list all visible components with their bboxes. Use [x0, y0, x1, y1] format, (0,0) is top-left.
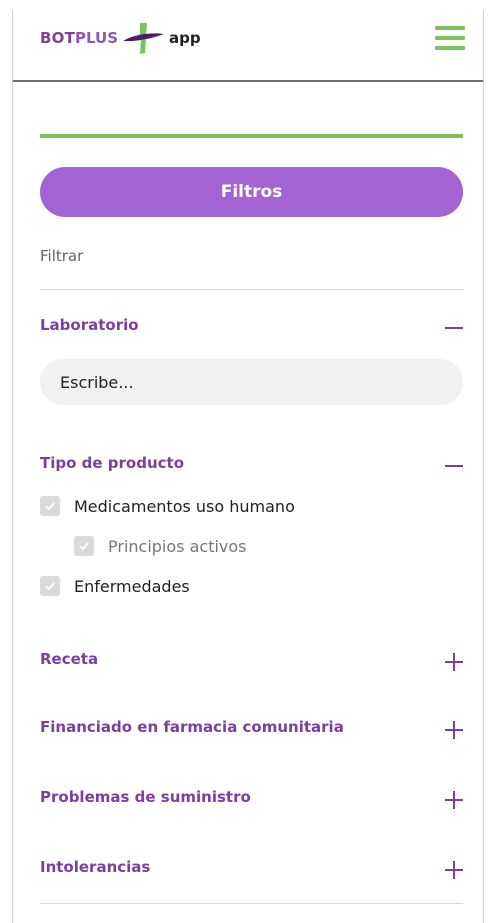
section-title-intolerancias[interactable]: Intolerancias	[40, 858, 150, 876]
section-title-financiado[interactable]: Financiado en farmacia comunitaria	[40, 718, 344, 736]
checkbox-principios-activos[interactable]: Principios activos	[74, 536, 247, 556]
divider	[40, 289, 463, 290]
expand-financiado-icon[interactable]	[445, 721, 463, 739]
section-title-tipo-producto[interactable]: Tipo de producto	[40, 454, 184, 472]
checkbox-label: Principios activos	[108, 536, 247, 556]
checkbox-checked-icon[interactable]	[40, 496, 60, 516]
menu-icon[interactable]	[435, 26, 465, 50]
checkbox-checked-icon[interactable]	[40, 576, 60, 596]
botplus-logo[interactable]: BOT PLUS app	[40, 18, 201, 58]
logo-plus-mark-icon	[123, 23, 165, 54]
collapse-tipo-producto-icon[interactable]	[445, 457, 463, 475]
filtrar-label: Filtrar	[40, 247, 84, 265]
checkbox-checked-icon[interactable]	[74, 536, 94, 556]
top-bar: BOT PLUS app	[13, 10, 483, 82]
checkbox-label: Enfermedades	[74, 576, 190, 596]
app-frame: BOT PLUS app Filtros Filtrar Laboratorio…	[12, 10, 484, 923]
divider	[40, 903, 463, 904]
checkbox-label: Medicamentos uso humano	[74, 496, 295, 516]
logo-text-bot: BOT	[40, 29, 76, 47]
expand-problemas-suministro-icon[interactable]	[445, 791, 463, 809]
logo-text-app: app	[169, 29, 201, 47]
collapse-laboratorio-icon[interactable]	[445, 319, 463, 337]
logo-text-plus: PLUS	[75, 29, 119, 47]
section-title-laboratorio[interactable]: Laboratorio	[40, 316, 139, 334]
filtros-button[interactable]: Filtros	[40, 167, 463, 217]
laboratorio-search-input[interactable]	[40, 359, 463, 405]
expand-intolerancias-icon[interactable]	[445, 861, 463, 879]
expand-receta-icon[interactable]	[445, 653, 463, 671]
section-title-receta[interactable]: Receta	[40, 650, 98, 668]
green-divider	[40, 134, 463, 138]
section-title-problemas-suministro[interactable]: Problemas de suministro	[40, 788, 251, 806]
checkbox-medicamentos-uso-humano[interactable]: Medicamentos uso humano	[40, 496, 295, 516]
checkbox-enfermedades[interactable]: Enfermedades	[40, 576, 190, 596]
